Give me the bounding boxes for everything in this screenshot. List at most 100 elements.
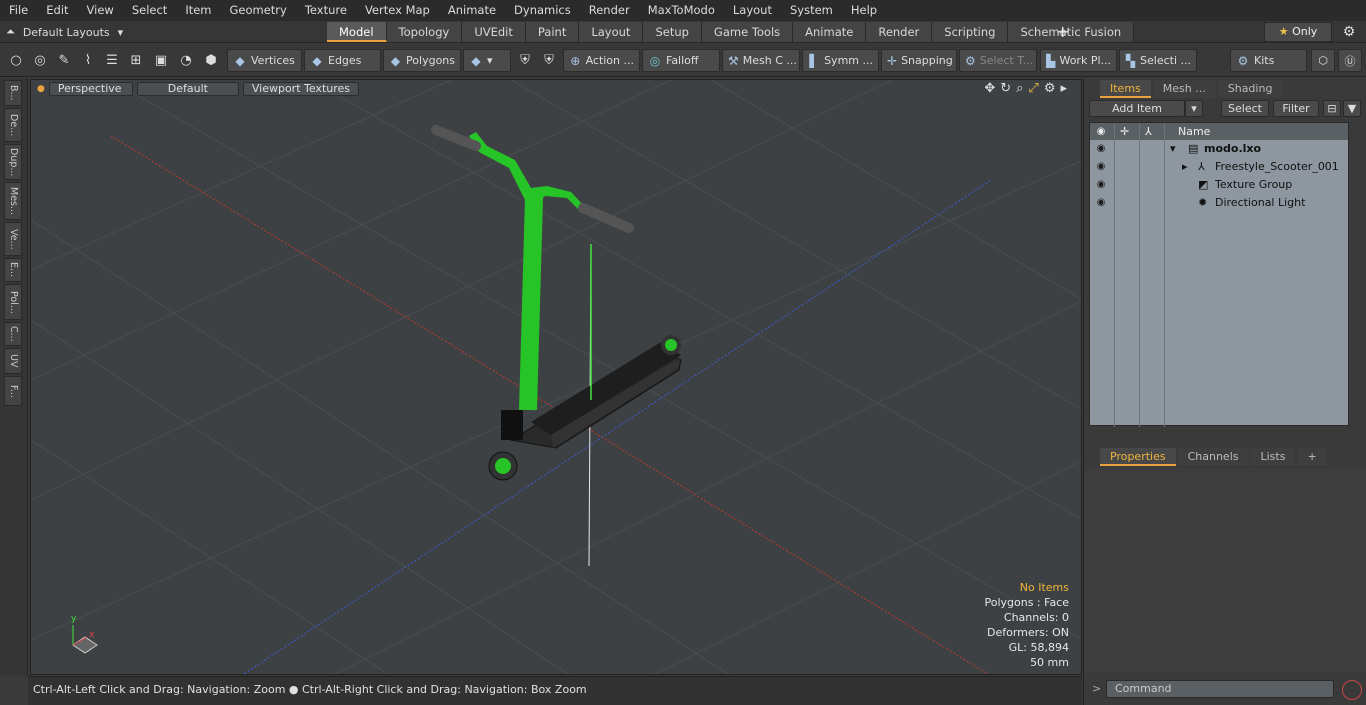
align-icon[interactable]: ☰ [101,49,123,72]
shading-style-button[interactable]: Default [136,82,239,96]
polygons-button[interactable]: ◆ Polygons [383,49,461,72]
tab-shading[interactable]: Shading [1217,80,1283,98]
gear-icon[interactable]: ⚙ [1044,81,1056,96]
vtab-vertex[interactable]: Ve... [4,222,22,256]
tree-row-texture-group[interactable]: ◉ ◩ Texture Group [1090,176,1348,194]
add-item-dropdown[interactable]: ▾ [1185,100,1203,117]
brush-icon[interactable]: ⌇ [77,49,99,72]
zoom-view-icon[interactable]: ⌕ [1016,81,1023,96]
collapse-icon[interactable]: ⊟ [1323,100,1341,117]
falloff-button[interactable]: ◎ Falloff [642,49,720,72]
menu-render[interactable]: Render [580,0,639,21]
menu-edit[interactable]: Edit [37,0,77,21]
cube-icon[interactable]: ⬢ [200,49,222,72]
menu-system[interactable]: System [781,0,842,21]
vtab-polygon[interactable]: Pol... [4,284,22,320]
tab-paint[interactable]: Paint [525,22,580,42]
tab-game-tools[interactable]: Game Tools [701,22,794,42]
gear-icon[interactable]: ⚙ [1338,22,1360,42]
pen-icon[interactable]: ✎ [53,49,75,72]
name-column-header[interactable]: Name [1178,123,1210,140]
tab-scripting[interactable]: Scripting [932,22,1009,42]
circle-select-icon[interactable]: ○ [5,49,27,72]
unreal-button[interactable]: Ⓤ [1338,49,1362,72]
tab-render[interactable]: Render [866,22,933,42]
tree-row-light[interactable]: ◉ ✹ Directional Light [1090,194,1348,212]
vtab-basic[interactable]: B... [4,80,22,106]
snapping-button[interactable]: ✛ Snapping [881,49,957,72]
item-mode-dropdown[interactable]: ◆ ▾ [463,49,511,72]
menu-animate[interactable]: Animate [439,0,505,21]
vertices-button[interactable]: ◆ Vertices [227,49,302,72]
menu-geometry[interactable]: Geometry [221,0,296,21]
sphere-icon[interactable]: ◔ [175,49,197,72]
menu-texture[interactable]: Texture [296,0,356,21]
perspective-button[interactable]: Perspective [48,82,133,96]
add-tab-button[interactable]: + [1056,21,1069,42]
vtab-deform[interactable]: De... [4,108,22,142]
command-input[interactable]: Command [1106,680,1334,698]
tree-row-mesh[interactable]: ◉ ▸ ⅄ Freestyle_Scooter_001 [1090,158,1348,176]
tab-layout[interactable]: Layout [579,22,644,42]
eye-icon[interactable]: ◉ [1094,196,1108,210]
filter-button[interactable]: Filter [1273,100,1319,117]
tab-uvedit[interactable]: UVEdit [462,22,526,42]
menu-help[interactable]: Help [842,0,886,21]
action-center-button[interactable]: ⊕ Action ... [563,49,640,72]
add-item-button[interactable]: Add Item [1089,100,1185,117]
globe-icon[interactable]: ◎ [29,49,51,72]
box-icon[interactable]: ▣ [150,49,172,72]
menu-dynamics[interactable]: Dynamics [505,0,580,21]
mesh-constraints-button[interactable]: ⚒ Mesh C ... [722,49,800,72]
unity-button[interactable]: ⬡ [1311,49,1335,72]
tab-lists[interactable]: Lists [1250,448,1296,466]
menu-select[interactable]: Select [123,0,176,21]
center-icon[interactable]: ⊞ [125,49,147,72]
tab-model[interactable]: Model [327,22,387,42]
record-icon[interactable] [1342,680,1362,700]
symmetry-button[interactable]: ▌ Symm ... [802,49,879,72]
vtab-duplicate[interactable]: Dup... [4,144,22,180]
expand-arrow-icon[interactable]: ▸ [1060,81,1067,96]
tab-channels[interactable]: Channels [1177,448,1249,466]
select-through-button[interactable]: ⚙ Select T... [959,49,1037,72]
tab-schematic-fusion[interactable]: Schematic Fusion [1008,22,1135,42]
vtab-edge[interactable]: E... [4,258,22,282]
menu-layout[interactable]: Layout [724,0,781,21]
tab-mesh[interactable]: Mesh ... [1152,80,1216,98]
shield-icon[interactable]: ⛨ [538,49,560,72]
menu-file[interactable]: File [0,0,37,21]
kits-button[interactable]: ⚙ Kits [1230,49,1307,72]
tab-properties[interactable]: Properties [1100,448,1176,466]
work-plane-button[interactable]: ▙ Work Pl... [1040,49,1117,72]
tree-row-scene[interactable]: ◉ ▾ ▤ modo.lxo [1090,140,1348,158]
menu-maxtomodo[interactable]: MaxToModo [639,0,724,21]
tab-items[interactable]: Items [1100,80,1151,98]
selection-button[interactable]: ▚ Selecti ... [1119,49,1197,72]
add-tab-button[interactable]: + [1297,448,1327,466]
menu-item[interactable]: Item [176,0,220,21]
only-toggle[interactable]: ★ Only [1264,22,1332,42]
viewport-textures-button[interactable]: Viewport Textures [242,82,360,96]
vtab-fusion[interactable]: F... [4,376,22,406]
eye-icon[interactable]: ◉ [1094,178,1108,192]
vtab-curve[interactable]: C... [4,322,22,346]
expand-arrow-icon[interactable]: ▾ [1170,140,1176,158]
viewport-menu-icon[interactable]: ● [37,84,45,94]
select-button[interactable]: Select [1221,100,1269,117]
maximize-icon[interactable]: ⤢ [1028,81,1038,96]
eye-icon[interactable]: ◉ [1094,142,1108,156]
vtab-uv[interactable]: UV [4,348,22,374]
3d-viewport[interactable]: y x ● Perspective Default Viewport Textu… [30,79,1082,675]
symmetry-shield-icon[interactable]: ⛨ [514,49,536,72]
expand-arrow-icon[interactable]: ▸ [1182,158,1188,176]
edges-button[interactable]: ◆ Edges [304,49,381,72]
rotate-view-icon[interactable]: ↻ [1000,81,1011,96]
menu-vertex-map[interactable]: Vertex Map [356,0,439,21]
layout-selector[interactable]: ⏶ Default Layouts ▾ [6,21,123,43]
eye-icon[interactable]: ◉ [1094,160,1108,174]
tab-animate[interactable]: Animate [793,22,867,42]
funnel-icon[interactable]: ▼ [1343,100,1361,117]
menu-view[interactable]: View [78,0,123,21]
move-view-icon[interactable]: ✥ [984,81,995,96]
